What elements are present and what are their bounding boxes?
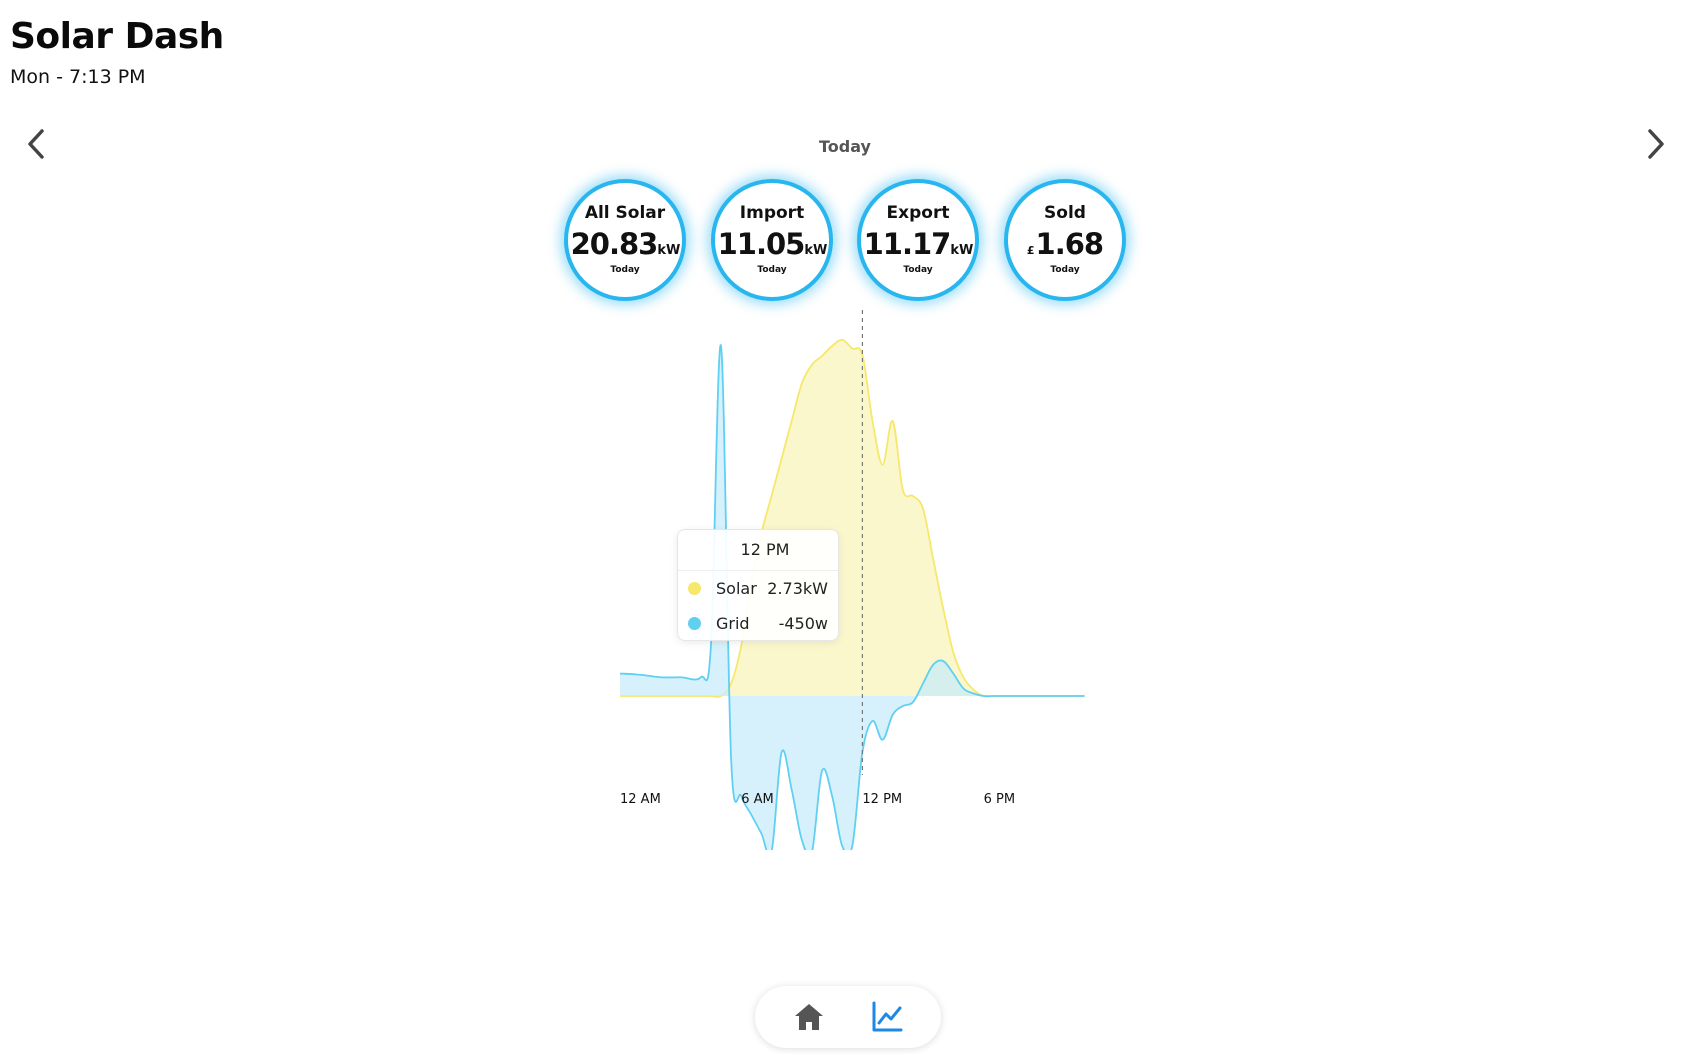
energy-area-chart[interactable]: 12 AM 6 AM 12 PM 6 PM — [600, 310, 1100, 850]
stat-title: Import — [739, 203, 805, 223]
x-tick-label: 6 PM — [984, 792, 1015, 807]
tooltip-value: 2.73kW — [767, 579, 828, 598]
stat-period: Today — [610, 265, 640, 275]
stat-period: Today — [903, 265, 933, 275]
tooltip-label: Solar — [716, 579, 757, 598]
tooltip-time: 12 PM — [678, 530, 838, 571]
solar-dot-icon — [688, 582, 701, 595]
stat-title: Sold — [1044, 203, 1086, 223]
period-label: Today — [819, 137, 871, 156]
date-time-label: Mon - 7:13 PM — [10, 66, 146, 88]
home-icon — [795, 1004, 823, 1030]
stat-period: Today — [757, 265, 787, 275]
stat-value: £1.68 — [1026, 227, 1104, 261]
stat-all-solar: All Solar 20.83kW Today — [564, 179, 686, 301]
stat-period: Today — [1050, 265, 1080, 275]
chart-tooltip: 12 PM Solar 2.73kW Grid -450w — [677, 529, 839, 641]
stat-value: 20.83kW — [570, 227, 681, 261]
stat-title: Export — [886, 203, 950, 223]
tooltip-label: Grid — [716, 614, 750, 633]
line-chart-icon — [872, 1001, 903, 1032]
solar-area — [620, 339, 1085, 697]
grid-dot-icon — [688, 617, 701, 630]
chevron-left-icon — [28, 129, 44, 159]
stat-value: 11.05kW — [717, 227, 828, 261]
x-tick-label: 12 AM — [620, 792, 661, 807]
x-tick-label: 6 AM — [741, 792, 774, 807]
previous-period-button[interactable] — [16, 124, 56, 164]
tooltip-row-solar: Solar 2.73kW — [678, 571, 838, 606]
chevron-right-icon — [1648, 129, 1664, 159]
bottom-nav-bar — [755, 986, 941, 1048]
home-nav-button[interactable] — [791, 999, 827, 1035]
stat-value: 11.17kW — [863, 227, 974, 261]
next-period-button[interactable] — [1636, 124, 1676, 164]
stat-title: All Solar — [584, 203, 666, 223]
stat-import: Import 11.05kW Today — [711, 179, 833, 301]
x-tick-label: 12 PM — [862, 792, 902, 807]
tooltip-value: -450w — [778, 614, 828, 633]
stat-export: Export 11.17kW Today — [857, 179, 979, 301]
tooltip-row-grid: Grid -450w — [678, 606, 838, 641]
stat-sold: Sold £1.68 Today — [1004, 179, 1126, 301]
chart-nav-button[interactable] — [869, 999, 905, 1035]
app-title: Solar Dash — [10, 16, 224, 57]
